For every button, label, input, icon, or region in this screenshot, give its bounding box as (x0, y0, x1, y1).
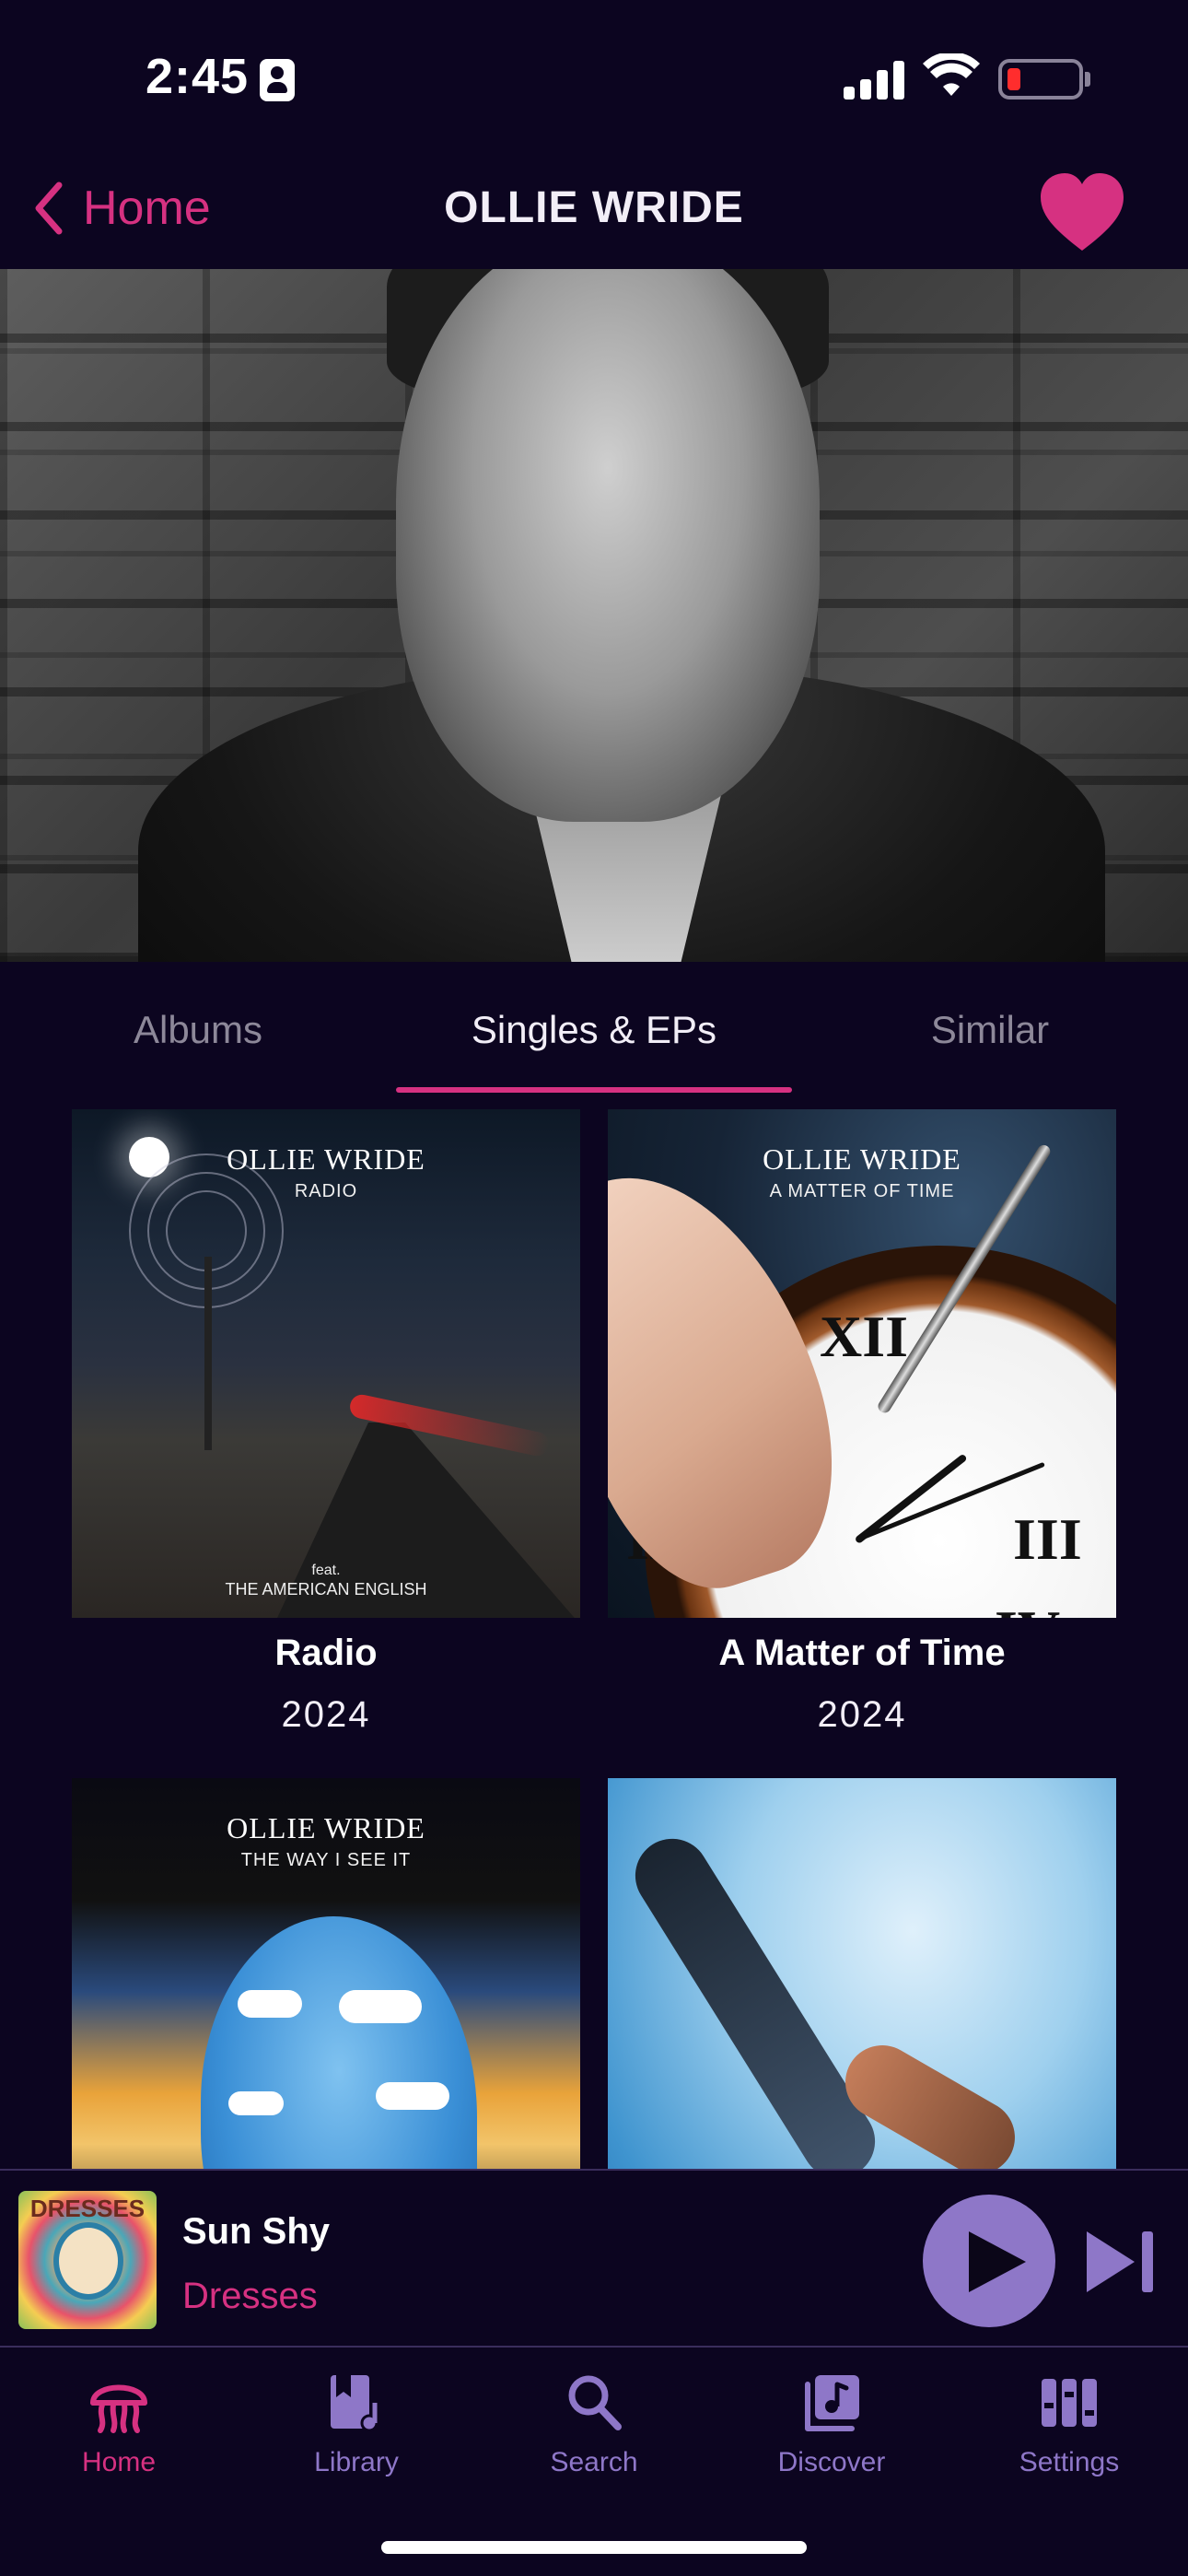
tab-discover-label: Discover (777, 2447, 886, 2477)
now-playing-artist[interactable]: Dresses (182, 2276, 318, 2317)
skip-forward-icon (1087, 2231, 1135, 2292)
tab-library-label: Library (314, 2447, 399, 2477)
battery-icon (998, 59, 1083, 100)
battery-nub (1085, 72, 1090, 87)
active-tab-indicator (396, 1087, 792, 1093)
release-card-the-way-i-see-it[interactable]: OLLIE WRIDE THE WAY I SEE IT (72, 1778, 580, 2169)
album-cover: XII XI III IV IX OLLIE WRIDE A MATTER OF… (608, 1109, 1116, 1618)
now-playing-artwork: DRESSES (18, 2191, 157, 2329)
tab-home-label: Home (81, 2447, 157, 2477)
cover-feat-artist-text: THE AMERICAN ENGLISH (225, 1580, 427, 1598)
release-title: A Matter of Time (718, 1633, 1006, 1673)
home-indicator[interactable] (381, 2541, 807, 2554)
status-bar: 2:45 (0, 0, 1188, 157)
discover-icon (805, 2375, 859, 2431)
album-cover: OLLIE WRIDE THE WAY I SEE IT (72, 1778, 580, 2169)
release-card-4[interactable] (608, 1778, 1116, 2169)
tab-discover[interactable]: Discover (713, 2370, 950, 2478)
tab-similar[interactable]: Similar (792, 1008, 1188, 1052)
status-time: 2:45 (146, 49, 250, 104)
tab-settings-label: Settings (1019, 2447, 1120, 2477)
cover-subtitle-text: RADIO (294, 1181, 358, 1201)
play-button[interactable] (923, 2195, 1055, 2327)
mini-player[interactable]: DRESSES Sun Shy Dresses (0, 2169, 1188, 2348)
navigation-bar: Home OLLIE WRIDE (0, 157, 1188, 269)
cover-feat-text: feat. (311, 1563, 341, 1578)
library-icon (331, 2375, 379, 2432)
jellyfish-icon (90, 2384, 147, 2433)
release-year: 2024 (281, 1694, 371, 1735)
album-cover: OLLIE WRIDE RADIO feat. THE AMERICAN ENG… (72, 1109, 580, 1618)
tab-search[interactable]: Search (475, 2370, 713, 2478)
album-cover (608, 1778, 1116, 2169)
play-icon (969, 2231, 1026, 2292)
tab-singles-eps[interactable]: Singles & EPs (396, 1008, 792, 1052)
tab-search-label: Search (550, 2447, 638, 2477)
release-card-radio[interactable]: OLLIE WRIDE RADIO feat. THE AMERICAN ENG… (72, 1109, 580, 1736)
release-title: Radio (274, 1633, 378, 1673)
page-title: OLLIE WRIDE (444, 183, 744, 232)
favorite-heart-icon[interactable] (1037, 170, 1127, 258)
screen: 2:45 Home OLLIE WRIDE Albums Singles & E… (0, 0, 1188, 2576)
release-type-tabs: Albums Singles & EPs Similar (0, 962, 1188, 1095)
release-year: 2024 (817, 1694, 907, 1735)
cover-subtitle-text: THE WAY I SEE IT (240, 1850, 412, 1870)
release-card-a-matter-of-time[interactable]: XII XI III IV IX OLLIE WRIDE A MATTER OF… (608, 1109, 1116, 1736)
cover-artist-text: OLLIE WRIDE (227, 1811, 425, 1844)
tab-albums[interactable]: Albums (0, 1008, 396, 1052)
wifi-icon (923, 53, 980, 96)
tab-home[interactable]: Home (0, 2370, 238, 2478)
cellular-signal-icon (844, 57, 904, 100)
search-icon (568, 2375, 622, 2430)
now-playing-title: Sun Shy (182, 2211, 331, 2252)
cover-artist-text: OLLIE WRIDE (227, 1142, 425, 1176)
person-badge-icon (260, 59, 295, 101)
release-grid: OLLIE WRIDE RADIO feat. THE AMERICAN ENG… (0, 1095, 1188, 2169)
cover-subtitle-text: A MATTER OF TIME (769, 1181, 955, 1201)
cover-artist-text: OLLIE WRIDE (763, 1142, 961, 1176)
tab-settings[interactable]: Settings (950, 2370, 1188, 2478)
next-track-button[interactable] (1087, 2230, 1157, 2294)
artist-photo (0, 269, 1188, 962)
artwork-text: DRESSES (29, 2195, 146, 2222)
tab-library[interactable]: Library (238, 2370, 475, 2478)
settings-icon (1042, 2379, 1097, 2427)
